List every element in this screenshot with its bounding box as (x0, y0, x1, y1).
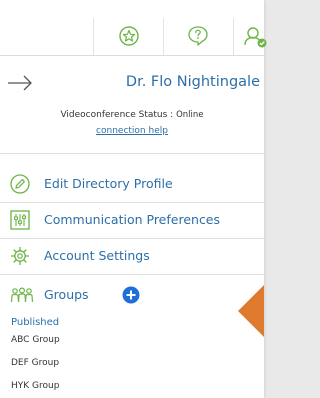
menu-item-label: Communication Preferences (44, 212, 221, 227)
status-value: Online (176, 110, 204, 120)
group-item-abc[interactable]: ABC Group (11, 335, 60, 345)
published-section-label: Published (11, 317, 60, 328)
divider (233, 18, 234, 55)
divider (93, 18, 94, 55)
divider (163, 18, 164, 55)
group-item-def[interactable]: DEF Group (11, 358, 59, 368)
edit-directory-profile-item[interactable]: Edit Directory Profile (0, 166, 264, 202)
menu-item-label: Edit Directory Profile (44, 176, 173, 191)
communication-preferences-item[interactable]: Communication Preferences (0, 202, 264, 238)
people-group-icon (10, 287, 34, 303)
account-settings-item[interactable]: Account Settings (0, 238, 264, 274)
side-panel: Dr. Flo Nightingale Videoconference Stat… (0, 0, 267, 398)
user-status-icon[interactable] (242, 23, 268, 49)
top-icon-bar (0, 18, 267, 56)
menu-item-label: Account Settings (44, 248, 150, 263)
gear-icon (10, 246, 30, 266)
question-bubble-icon[interactable] (185, 23, 211, 49)
pointer-triangle-icon (238, 285, 264, 337)
divider (0, 153, 264, 154)
arrow-right-icon[interactable] (7, 73, 33, 93)
profile-header: Dr. Flo Nightingale (0, 66, 264, 102)
group-item-hyk[interactable]: HYK Group (11, 381, 59, 391)
status-label: Videoconference Status : (60, 110, 174, 120)
groups-header: Groups (0, 280, 264, 310)
groups-label: Groups (44, 287, 89, 302)
star-badge-icon[interactable] (116, 23, 142, 49)
profile-name: Dr. Flo Nightingale (125, 74, 260, 90)
divider (0, 274, 264, 275)
add-group-button[interactable] (122, 286, 140, 304)
sliders-icon (10, 210, 30, 230)
pencil-circle-icon (10, 174, 30, 194)
connection-help-link[interactable]: connection help (0, 126, 264, 136)
videoconference-status: Videoconference Status : Online (0, 110, 264, 120)
